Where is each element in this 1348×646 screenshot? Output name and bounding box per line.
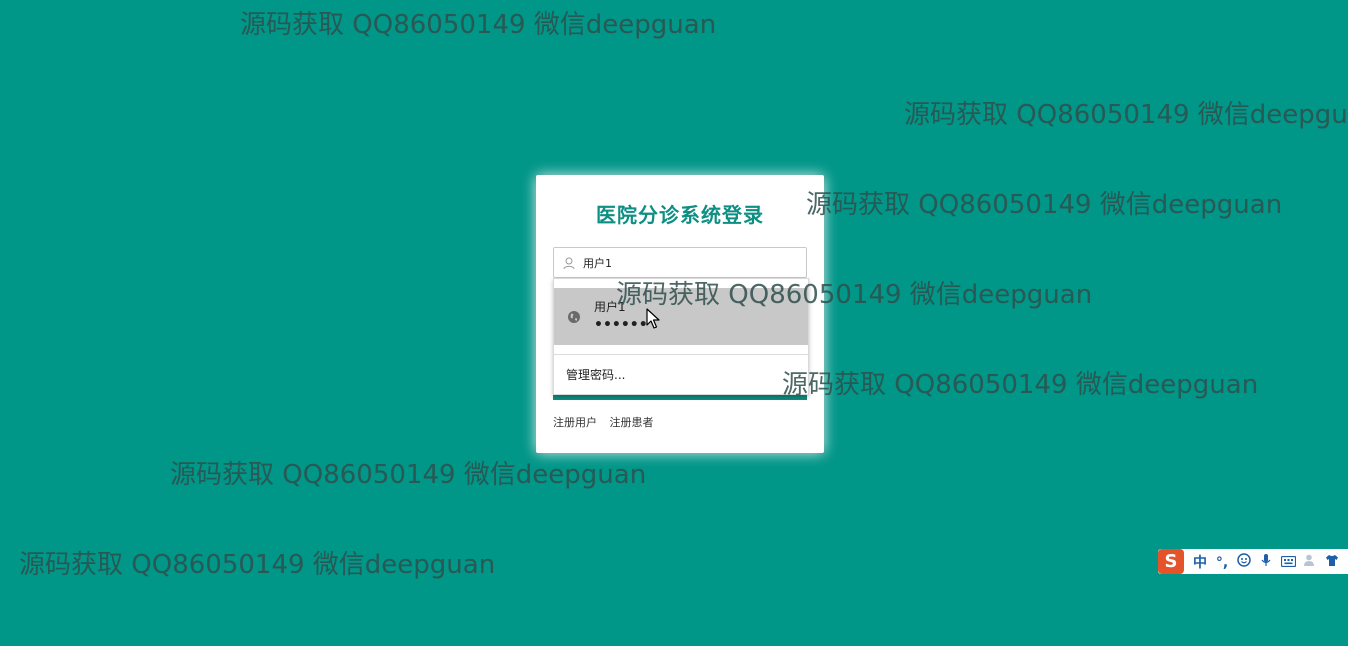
microphone-icon[interactable] xyxy=(1255,553,1277,571)
ime-mode-toggle[interactable]: 中 xyxy=(1189,552,1211,572)
dropdown-divider xyxy=(554,354,808,355)
login-page: 医院分诊系统登录 用户1 注册用户 注册患者 用户1 •••••• 管理密码..… xyxy=(0,0,1348,646)
watermark-text: 源码获取 QQ86050149 微信deepguan xyxy=(19,550,496,580)
register-patient-link[interactable]: 注册患者 xyxy=(610,416,654,429)
username-value: 用户1 xyxy=(583,257,612,270)
sogou-logo-icon[interactable]: S xyxy=(1158,549,1184,574)
watermark-text: 源码获取 QQ86050149 微信deepguan xyxy=(806,190,1283,220)
watermark-text: 源码获取 QQ86050149 微信deepguan xyxy=(170,460,647,490)
shirt-icon[interactable] xyxy=(1321,554,1343,571)
manage-passwords-link[interactable]: 管理密码... xyxy=(566,366,625,383)
watermark-text: 源码获取 QQ86050149 微信deepguan xyxy=(616,280,1093,310)
keyboard-icon[interactable] xyxy=(1277,555,1299,571)
user-icon[interactable] xyxy=(1299,553,1321,571)
ime-items: 中 °, xyxy=(1189,552,1348,572)
autofill-password-mask: •••••• xyxy=(594,317,648,333)
register-links: 注册用户 注册患者 xyxy=(553,414,663,430)
user-icon xyxy=(563,255,575,270)
emoji-icon[interactable] xyxy=(1233,553,1255,571)
ime-toolbar[interactable]: S 中 °, xyxy=(1158,549,1348,574)
globe-icon xyxy=(567,309,581,323)
mouse-cursor-icon xyxy=(646,308,660,330)
grid-icon[interactable] xyxy=(1343,555,1348,571)
ime-punctuation-toggle[interactable]: °, xyxy=(1211,555,1233,571)
register-user-link[interactable]: 注册用户 xyxy=(553,416,597,429)
watermark-text: 源码获取 QQ86050149 微信deepguan xyxy=(782,370,1259,400)
watermark-text: 源码获取 QQ86050149 微信deepguan xyxy=(240,10,717,40)
page-title: 医院分诊系统登录 xyxy=(596,203,764,227)
watermark-text: 源码获取 QQ86050149 微信deepguan xyxy=(904,100,1348,130)
